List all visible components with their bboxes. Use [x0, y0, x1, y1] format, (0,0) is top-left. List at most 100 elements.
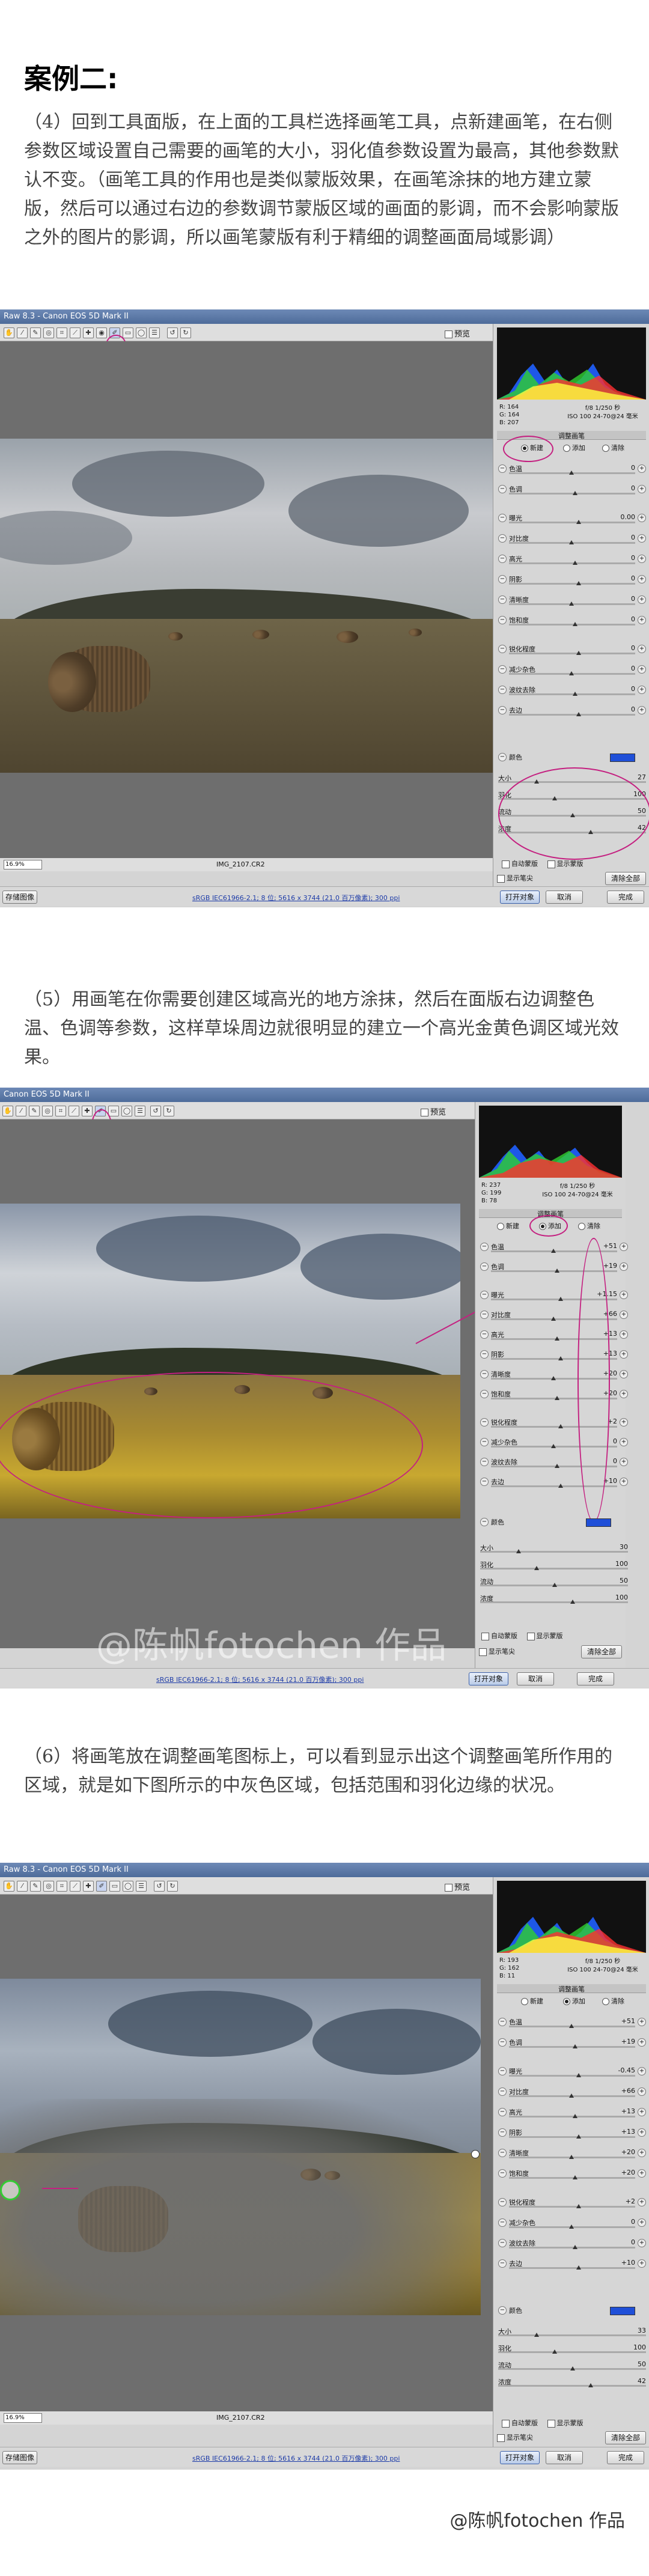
- increase-icon[interactable]: +: [638, 464, 646, 473]
- brush-slider-row[interactable]: 流动 50: [498, 2360, 646, 2371]
- slider-track[interactable]: [509, 2267, 635, 2269]
- decrease-icon[interactable]: −: [498, 485, 507, 493]
- slider-value[interactable]: 0: [612, 554, 635, 562]
- slider-row[interactable]: − 高光 0 +: [498, 553, 646, 565]
- mode-add[interactable]: 添加: [563, 443, 585, 452]
- brush-slider-thumb[interactable]: [552, 1583, 557, 1587]
- rotate-right-icon[interactable]: ↻: [180, 327, 191, 338]
- decrease-icon[interactable]: −: [480, 1390, 489, 1398]
- rotate-left-icon[interactable]: ↺: [154, 1881, 165, 1892]
- open-object-button[interactable]: 打开对象: [500, 891, 540, 904]
- slider-value[interactable]: 0: [612, 615, 635, 623]
- increase-icon[interactable]: +: [638, 2038, 646, 2047]
- cancel-button[interactable]: 取消: [546, 2451, 583, 2464]
- auto-mask-checkbox[interactable]: 自动蒙版: [502, 2419, 538, 2428]
- slider-row[interactable]: − 去边 0 +: [498, 705, 646, 717]
- brush-slider-thumb[interactable]: [534, 2333, 539, 2337]
- slider-thumb[interactable]: [558, 1484, 563, 1488]
- mode-erase[interactable]: 清除: [602, 443, 624, 452]
- slider-row[interactable]: − 色温 0 +: [498, 463, 646, 475]
- decrease-icon[interactable]: −: [480, 1478, 489, 1486]
- slider-track[interactable]: [509, 2075, 635, 2077]
- increase-icon[interactable]: +: [620, 1478, 628, 1486]
- increase-icon[interactable]: +: [638, 2128, 646, 2137]
- slider-track[interactable]: [509, 562, 635, 564]
- decrease-icon[interactable]: −: [480, 1370, 489, 1378]
- brush-slider-row[interactable]: 浓度 100: [480, 1594, 628, 1604]
- brush-slider-track[interactable]: [480, 1601, 628, 1603]
- preferences-icon[interactable]: ☰: [135, 1106, 145, 1116]
- decrease-icon[interactable]: −: [498, 534, 507, 543]
- rotate-left-icon[interactable]: ↺: [167, 327, 178, 338]
- done-button[interactable]: 完成: [607, 2451, 644, 2464]
- increase-icon[interactable]: +: [638, 485, 646, 493]
- crop-tool-icon[interactable]: ⌗: [55, 1106, 66, 1116]
- decrease-icon[interactable]: −: [480, 1311, 489, 1319]
- white-balance-tool-icon[interactable]: ⁄: [17, 1881, 28, 1892]
- slider-thumb[interactable]: [555, 1336, 559, 1341]
- save-image-button[interactable]: 存储图像: [2, 891, 37, 904]
- slider-thumb[interactable]: [576, 712, 581, 716]
- increase-icon[interactable]: +: [638, 645, 646, 653]
- increase-icon[interactable]: +: [638, 2018, 646, 2026]
- decrease-icon[interactable]: −: [498, 645, 507, 653]
- increase-icon[interactable]: +: [620, 1418, 628, 1427]
- decrease-icon[interactable]: −: [480, 1291, 489, 1299]
- slider-track[interactable]: [509, 693, 635, 695]
- spot-removal-icon[interactable]: ✚: [83, 1881, 94, 1892]
- slider-track[interactable]: [509, 583, 635, 585]
- slider-thumb[interactable]: [551, 1376, 556, 1380]
- brush-slider-value[interactable]: 33: [638, 2327, 646, 2334]
- spot-removal-icon[interactable]: ✚: [82, 1106, 93, 1116]
- workflow-options-link[interactable]: sRGB IEC61966-2.1; 8 位; 5616 x 3744 (21.…: [192, 2453, 400, 2463]
- decrease-icon[interactable]: −: [498, 2038, 507, 2047]
- slider-thumb[interactable]: [573, 2114, 577, 2118]
- mode-new[interactable]: 新建: [521, 1996, 543, 2006]
- brush-slider-row[interactable]: 大小 30: [480, 1543, 628, 1554]
- increase-icon[interactable]: +: [638, 686, 646, 694]
- brush-slider-track[interactable]: [498, 2334, 646, 2336]
- increase-icon[interactable]: +: [638, 555, 646, 563]
- slider-value[interactable]: +20: [612, 2148, 635, 2156]
- save-image-button[interactable]: 存储图像: [2, 2451, 37, 2464]
- show-mask-checkbox[interactable]: 显示蒙版: [526, 1632, 563, 1640]
- slider-row[interactable]: − 波纹去除 0 +: [498, 2238, 646, 2250]
- hand-tool-icon[interactable]: ✋: [2, 1106, 13, 1116]
- show-mask-checkbox[interactable]: 显示蒙版: [547, 2419, 583, 2428]
- slider-row[interactable]: − 色温 +51 +: [480, 1241, 628, 1253]
- slider-row[interactable]: − 对比度 0 +: [498, 533, 646, 545]
- mode-new[interactable]: 新建: [497, 1221, 519, 1231]
- decrease-icon[interactable]: −: [480, 1438, 489, 1446]
- slider-value[interactable]: +13: [612, 2128, 635, 2136]
- auto-mask-checkbox[interactable]: 自动蒙版: [481, 1632, 517, 1640]
- rotate-right-icon[interactable]: ↻: [167, 1881, 178, 1892]
- zoom-field[interactable]: 16.9%: [4, 2413, 42, 2423]
- increase-icon[interactable]: +: [638, 616, 646, 624]
- slider-row[interactable]: − 阴影 0 +: [498, 574, 646, 586]
- color-sampler-icon[interactable]: ✎: [30, 327, 41, 338]
- decrease-icon[interactable]: −: [480, 1243, 489, 1251]
- increase-icon[interactable]: +: [620, 1243, 628, 1251]
- color-sampler-icon[interactable]: ✎: [30, 1881, 41, 1892]
- decrease-icon[interactable]: −: [480, 1418, 489, 1427]
- slider-thumb[interactable]: [569, 470, 574, 475]
- slider-thumb[interactable]: [551, 1444, 556, 1448]
- slider-row[interactable]: − 去边 +10 +: [498, 2258, 646, 2270]
- brush-slider-thumb[interactable]: [552, 2349, 557, 2354]
- increase-icon[interactable]: +: [638, 2108, 646, 2116]
- slider-track[interactable]: [509, 624, 635, 626]
- targeted-adjust-icon[interactable]: ◎: [43, 1881, 54, 1892]
- hand-tool-icon[interactable]: ✋: [4, 1881, 14, 1892]
- cancel-button[interactable]: 取消: [546, 891, 583, 904]
- brush-slider-value[interactable]: 50: [638, 2360, 646, 2368]
- slider-thumb[interactable]: [558, 1356, 563, 1360]
- brush-slider-thumb[interactable]: [570, 2366, 575, 2370]
- slider-value[interactable]: 0.00: [612, 513, 636, 521]
- slider-row[interactable]: − 饱和度 0 +: [498, 615, 646, 627]
- open-object-button[interactable]: 打开对象: [469, 1672, 508, 1685]
- slider-track[interactable]: [509, 2247, 635, 2249]
- slider-thumb[interactable]: [573, 692, 577, 696]
- brush-slider-value[interactable]: 27: [638, 773, 646, 781]
- increase-icon[interactable]: +: [638, 2239, 646, 2247]
- decrease-icon[interactable]: −: [498, 2018, 507, 2026]
